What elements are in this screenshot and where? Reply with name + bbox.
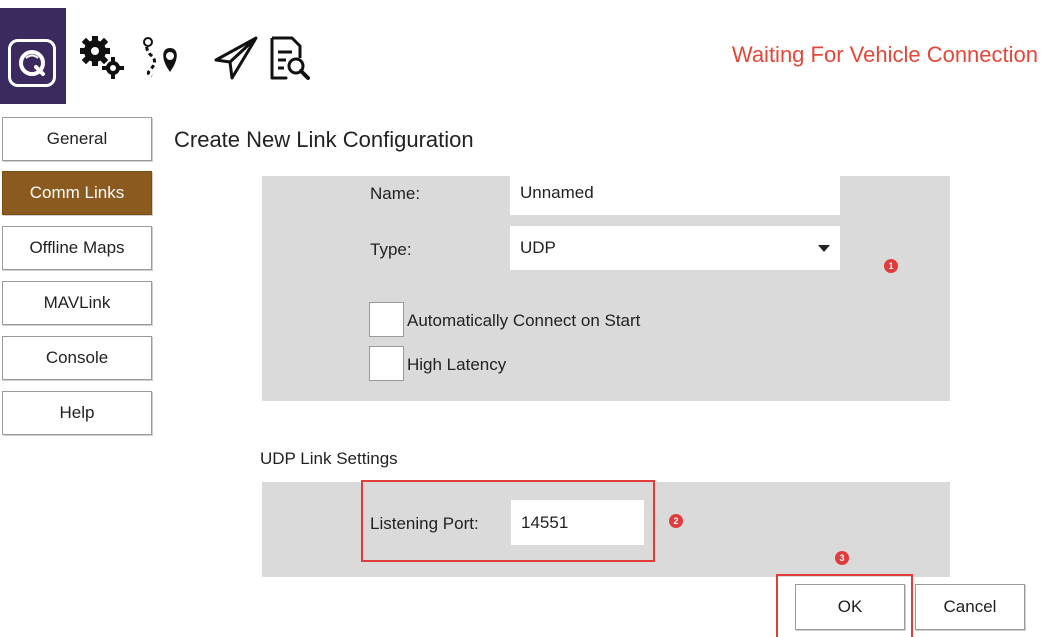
step-marker-3: 3 xyxy=(835,551,849,565)
app-logo-icon xyxy=(8,39,56,87)
name-label: Name: xyxy=(370,184,421,203)
type-select[interactable]: UDP xyxy=(510,226,840,270)
top-toolbar: Waiting For Vehicle Connection xyxy=(0,0,1044,104)
sidebar-item-help[interactable]: Help xyxy=(2,391,152,435)
cancel-button[interactable]: Cancel xyxy=(915,584,1025,630)
settings-gears-icon[interactable] xyxy=(78,34,126,82)
plan-route-icon[interactable] xyxy=(138,34,186,82)
sidebar-item-offline-maps[interactable]: Offline Maps xyxy=(2,226,152,270)
sidebar-item-general[interactable]: General xyxy=(2,117,152,161)
chevron-down-icon xyxy=(818,245,830,252)
name-input[interactable]: Unnamed xyxy=(510,171,840,215)
app-logo-button[interactable] xyxy=(0,8,66,104)
step-marker-1: 1 xyxy=(884,259,898,273)
fly-paper-plane-icon[interactable] xyxy=(212,34,260,82)
analyze-document-icon[interactable] xyxy=(266,34,314,82)
connection-status-text: Waiting For Vehicle Connection xyxy=(731,42,1038,67)
sidebar-item-console[interactable]: Console xyxy=(2,336,152,380)
udp-settings-heading: UDP Link Settings xyxy=(260,449,398,468)
type-label: Type: xyxy=(370,240,412,259)
sidebar-item-comm-links[interactable]: Comm Links xyxy=(2,171,152,215)
high-latency-checkbox[interactable] xyxy=(369,346,404,381)
auto-connect-label: Automatically Connect on Start xyxy=(407,311,641,330)
port-highlight-box xyxy=(361,480,655,562)
high-latency-label: High Latency xyxy=(407,355,507,374)
sidebar-item-mavlink[interactable]: MAVLink xyxy=(2,281,152,325)
page-title: Create New Link Configuration xyxy=(174,127,474,152)
type-select-value: UDP xyxy=(520,238,556,257)
step-marker-2: 2 xyxy=(669,514,683,528)
auto-connect-checkbox[interactable] xyxy=(369,302,404,337)
ok-button[interactable]: OK xyxy=(795,584,905,630)
